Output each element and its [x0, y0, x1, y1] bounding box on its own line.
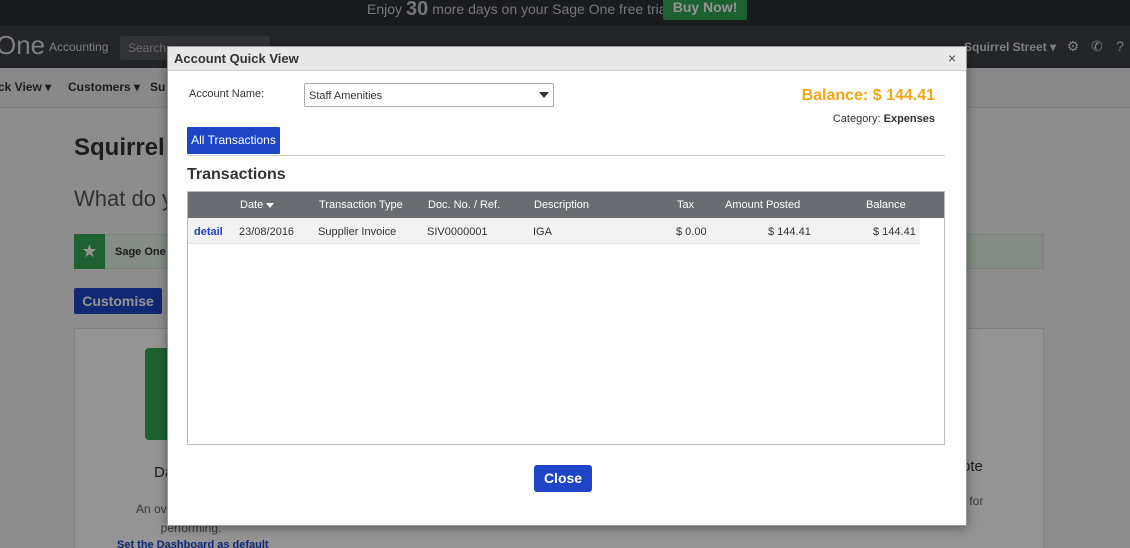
close-button[interactable]: Close: [534, 465, 592, 492]
tab-divider: [187, 155, 945, 156]
category-label: Category:: [832, 113, 881, 125]
cell-tax: $ 0.00: [676, 226, 707, 238]
column-header-description[interactable]: Description: [534, 199, 589, 211]
detail-link[interactable]: detail: [194, 226, 223, 238]
dialog-title: Account Quick View: [174, 51, 299, 66]
account-balance: Balance: $ 144.41: [802, 87, 935, 105]
column-header-date[interactable]: Date: [240, 199, 275, 211]
column-header-balance[interactable]: Balance: [866, 199, 906, 211]
column-header-transaction-type[interactable]: Transaction Type: [319, 199, 403, 211]
cell-amount-posted: $ 144.41: [768, 226, 811, 238]
sort-descending-icon: [266, 202, 275, 208]
account-name-label: Account Name:: [189, 88, 265, 100]
column-header-tax[interactable]: Tax: [677, 199, 694, 211]
cell-description: IGA: [533, 226, 552, 238]
balance-value: $ 144.41: [872, 87, 935, 104]
transactions-heading: Transactions: [187, 166, 286, 183]
dialog-header: Account Quick View ×: [168, 47, 966, 71]
table-row: detail 23/08/2016 Supplier Invoice SIV00…: [188, 218, 920, 244]
cell-transaction-type: Supplier Invoice: [318, 226, 397, 238]
account-name-select[interactable]: Staff Amenities: [304, 83, 554, 107]
cell-balance: $ 144.41: [873, 226, 916, 238]
transactions-table: Date Transaction Type Doc. No. / Ref. De…: [187, 191, 945, 445]
account-name-value: Staff Amenities: [309, 90, 383, 102]
account-category: Category: Expenses: [833, 113, 935, 125]
balance-label: Balance:: [801, 87, 869, 104]
category-value: Expenses: [883, 113, 935, 125]
table-header: Date Transaction Type Doc. No. / Ref. De…: [188, 192, 944, 218]
cell-date: 23/08/2016: [239, 226, 295, 238]
chevron-down-icon: [539, 92, 549, 98]
account-quick-view-dialog: Account Quick View × Account Name: Staff…: [167, 46, 967, 526]
cell-doc-no: SIV0000001: [427, 226, 488, 238]
tab-all-transactions[interactable]: All Transactions: [187, 127, 280, 154]
close-icon[interactable]: ×: [948, 51, 956, 65]
column-header-amount-posted[interactable]: Amount Posted: [725, 199, 800, 211]
column-header-doc-no[interactable]: Doc. No. / Ref.: [428, 199, 500, 211]
